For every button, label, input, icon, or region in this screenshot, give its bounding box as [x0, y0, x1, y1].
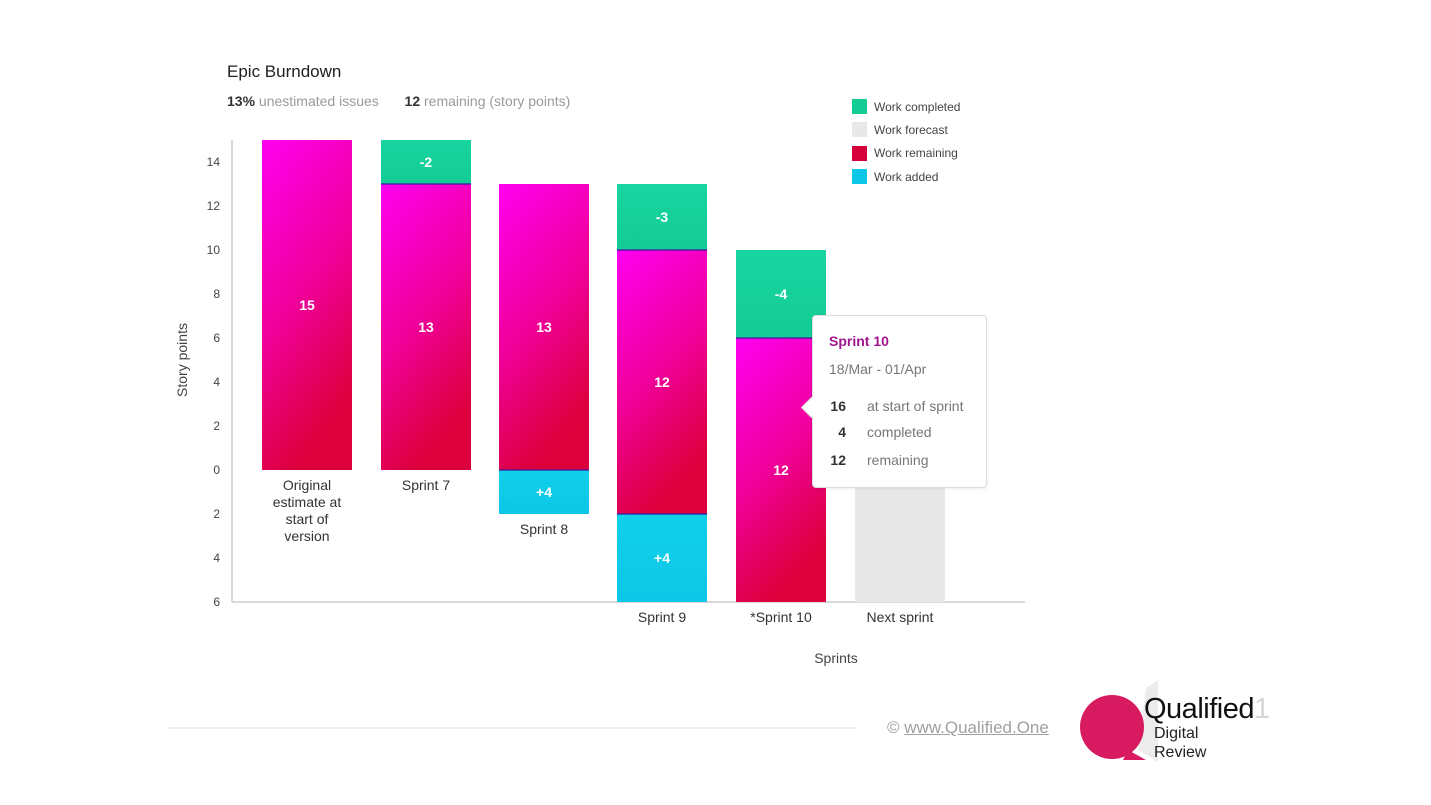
tooltip-value: 16: [830, 398, 846, 414]
tooltip-label: remaining: [867, 452, 929, 468]
tooltip-dates: 18/Mar - 01/Apr: [829, 361, 927, 377]
bar-data-label: 15: [299, 297, 315, 313]
logo-digital: Digital: [1154, 725, 1199, 742]
x-category-label: start of: [286, 511, 329, 527]
tooltip-row-start: 16 at start of sprint: [829, 398, 963, 414]
tooltip-row-completed: 4 completed: [829, 424, 932, 440]
footer-divider: [168, 727, 857, 729]
logo-text: Qualified1: [1144, 693, 1270, 726]
y-tick-label: 12: [207, 199, 221, 213]
copyright-symbol: ©: [887, 718, 900, 737]
x-category-label: Sprint 8: [520, 521, 568, 537]
tooltip-value: 4: [838, 424, 846, 440]
bar-data-label: +4: [536, 484, 552, 500]
x-category-label: Sprint 7: [402, 477, 450, 493]
tooltip-label: at start of sprint: [867, 398, 964, 414]
y-tick-label: 10: [207, 243, 221, 257]
qualified-one-logo[interactable]: Qualified1 Digital Review: [1078, 680, 1278, 770]
y-tick-label: 4: [213, 375, 220, 389]
y-tick-label: 6: [213, 331, 220, 345]
logo-review: Review: [1154, 744, 1207, 761]
tooltip-label: completed: [867, 424, 932, 440]
bar-data-label: -2: [420, 154, 433, 170]
copyright-link[interactable]: www.Qualified.One: [904, 718, 1049, 737]
tooltip-row-remaining: 12 remaining: [829, 452, 928, 468]
tooltip-title: Sprint 10: [829, 333, 889, 349]
x-category-label: version: [284, 528, 329, 544]
y-tick-label: 2: [213, 419, 220, 433]
bar-data-label: 12: [773, 462, 789, 478]
logo-one-text: 1: [1253, 693, 1270, 725]
y-tick-label: 14: [207, 155, 221, 169]
bar-data-label: 13: [418, 319, 434, 335]
copyright: © www.Qualified.One: [887, 718, 1049, 738]
tooltip-value: 12: [830, 452, 846, 468]
x-category-label: Sprint 9: [638, 609, 686, 625]
y-tick-label: 8: [213, 287, 220, 301]
bar-data-label: -3: [656, 209, 669, 225]
y-tick-label: 0: [213, 463, 220, 477]
y-tick-label: 4: [213, 551, 220, 565]
x-category-label: Original: [283, 477, 331, 493]
x-category-label: Next sprint: [867, 609, 934, 625]
y-tick-label: 6: [213, 595, 220, 609]
bar-data-label: 12: [654, 374, 670, 390]
bar-data-label: -4: [775, 286, 788, 302]
x-category-label: estimate at: [273, 494, 342, 510]
logo-main-text: Qualified: [1144, 693, 1254, 725]
bar-data-label: +4: [654, 550, 670, 566]
sprint-tooltip: Sprint 10 18/Mar - 01/Apr 16 at start of…: [800, 315, 987, 488]
bar-data-label: 13: [536, 319, 552, 335]
y-tick-label: 2: [213, 507, 220, 521]
x-category-label: *Sprint 10: [750, 609, 812, 625]
